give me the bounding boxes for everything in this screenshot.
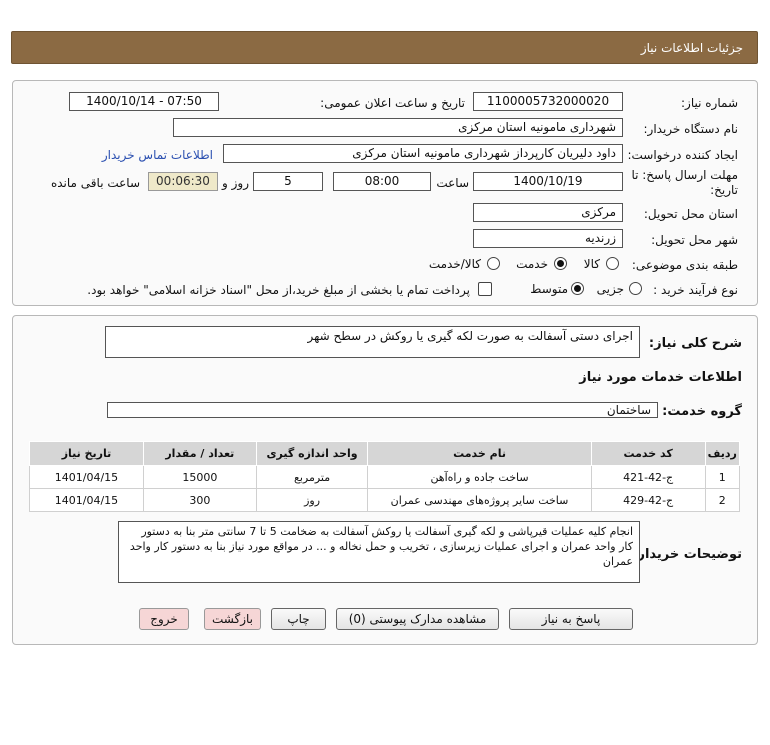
category-service-radio[interactable] bbox=[554, 257, 567, 270]
col-unit: واحد اندازه گیری bbox=[255, 441, 369, 466]
service-group-label: گروه خدمت: bbox=[662, 404, 742, 419]
city-field: زرندیه bbox=[473, 229, 623, 248]
page-header: جزئیات اطلاعات نیاز bbox=[11, 31, 758, 64]
need-number-field: 1100005732000020 bbox=[473, 92, 623, 111]
back-button[interactable]: بازگشت bbox=[204, 608, 261, 630]
process-medium-radio[interactable] bbox=[571, 282, 584, 295]
cell-service-code: ج-42-429 bbox=[590, 488, 706, 512]
col-row-number: ردیف bbox=[704, 441, 741, 466]
remaining-time-field: 00:06:30 bbox=[148, 172, 218, 191]
page-title: جزئیات اطلاعات نیاز bbox=[640, 41, 743, 55]
table-row: 2 ج-42-429 ساخت سایر پروژه‌های مهندسی عم… bbox=[29, 488, 741, 512]
deadline-time-field: 08:00 bbox=[333, 172, 431, 191]
category-service-label: خدمت bbox=[516, 257, 548, 271]
requester-label: ایجاد کننده درخواست: bbox=[627, 148, 738, 162]
days-field: 5 bbox=[253, 172, 323, 191]
col-service-code: کد خدمت bbox=[590, 441, 706, 466]
buyer-notes-field: انجام کلیه عملیات قیرپاشی و لکه گیری آسف… bbox=[118, 521, 640, 583]
process-minor-radio[interactable] bbox=[629, 282, 642, 295]
cell-service-name: ساخت جاده و راه‌آهن bbox=[367, 465, 592, 489]
cell-quantity: 300 bbox=[142, 488, 257, 512]
summary-label: شرح کلی نیاز: bbox=[648, 336, 742, 351]
process-minor-label: جزیی bbox=[596, 282, 624, 296]
view-attachments-button[interactable]: مشاهده مدارک پیوستی (0) bbox=[336, 608, 499, 630]
col-service-name: نام خدمت bbox=[367, 441, 592, 466]
col-quantity: تعداد / مقدار bbox=[142, 441, 257, 466]
cell-need-date: 1401/04/15 bbox=[29, 465, 144, 489]
buyer-org-label: نام دستگاه خریدار: bbox=[643, 122, 739, 136]
cell-unit: مترمربع bbox=[255, 465, 369, 489]
table-header-row: ردیف کد خدمت نام خدمت واحد اندازه گیری ت… bbox=[29, 441, 741, 466]
province-field: مرکزی bbox=[473, 203, 623, 222]
category-goods-service-label: کالا/خدمت bbox=[428, 257, 481, 271]
announce-field: 1400/10/14 - 07:50 bbox=[69, 92, 219, 111]
services-table: ردیف کد خدمت نام خدمت واحد اندازه گیری ت… bbox=[29, 441, 741, 512]
category-label: طبقه بندی موضوعی: bbox=[631, 258, 738, 272]
cell-unit: روز bbox=[255, 488, 369, 512]
summary-field: اجرای دستی آسفالت به صورت لکه گیری یا رو… bbox=[105, 326, 640, 358]
category-goods-service-radio[interactable] bbox=[487, 257, 500, 270]
days-label: روز و bbox=[222, 176, 249, 190]
requester-field: داود دلیریان کارپرداز شهرداری مامونیه اس… bbox=[223, 144, 623, 163]
deadline-label-2: تاریخ: bbox=[710, 183, 738, 197]
cell-service-name: ساخت سایر پروژه‌های مهندسی عمران bbox=[367, 488, 592, 512]
buyer-contact-link[interactable]: اطلاعات تماس خریدار bbox=[102, 148, 213, 162]
province-label: استان محل تحویل: bbox=[643, 207, 738, 221]
print-button[interactable]: چاپ bbox=[271, 608, 326, 630]
buyer-notes-label: توضیحات خریدار: bbox=[632, 547, 742, 562]
need-number-label: شماره نیاز: bbox=[681, 96, 738, 110]
deadline-time-label: ساعت bbox=[436, 176, 469, 190]
cell-row-number: 1 bbox=[704, 465, 741, 489]
service-group-field: ساختمان bbox=[107, 402, 658, 418]
announce-label: تاریخ و ساعت اعلان عمومی: bbox=[320, 96, 465, 110]
exit-button[interactable]: خروج bbox=[139, 608, 189, 630]
treasury-payment-checkbox[interactable] bbox=[478, 282, 492, 296]
services-section-title: اطلاعات خدمات مورد نیاز bbox=[579, 370, 742, 385]
cell-quantity: 15000 bbox=[142, 465, 257, 489]
need-details-page: 010101 ParsNamadData مرکز فراهم آوری اطل… bbox=[0, 0, 770, 745]
category-goods-radio[interactable] bbox=[606, 257, 619, 270]
process-medium-label: متوسط bbox=[530, 282, 568, 296]
cell-need-date: 1401/04/15 bbox=[29, 488, 144, 512]
table-row: 1 ج-42-421 ساخت جاده و راه‌آهن مترمربع 1… bbox=[29, 465, 741, 489]
category-goods-label: کالا bbox=[583, 257, 600, 271]
treasury-payment-note: پرداخت تمام یا بخشی از مبلغ خرید،از محل … bbox=[87, 283, 470, 297]
cell-row-number: 2 bbox=[704, 488, 741, 512]
city-label: شهر محل تحویل: bbox=[651, 233, 738, 247]
summary-text: اجرای دستی آسفالت به صورت لکه گیری یا رو… bbox=[307, 329, 633, 343]
deadline-label: مهلت ارسال پاسخ: تا bbox=[631, 168, 738, 182]
cell-service-code: ج-42-421 bbox=[590, 465, 706, 489]
buyer-org-field: شهرداری مامونیه استان مرکزی bbox=[173, 118, 623, 137]
process-label: نوع فرآیند خرید : bbox=[653, 283, 738, 297]
need-info-panel bbox=[12, 80, 758, 306]
remaining-label: ساعت باقی مانده bbox=[50, 176, 140, 190]
col-need-date: تاریخ نیاز bbox=[29, 441, 144, 466]
deadline-date-field: 1400/10/19 bbox=[473, 172, 623, 191]
reply-button[interactable]: پاسخ به نیاز bbox=[509, 608, 633, 630]
